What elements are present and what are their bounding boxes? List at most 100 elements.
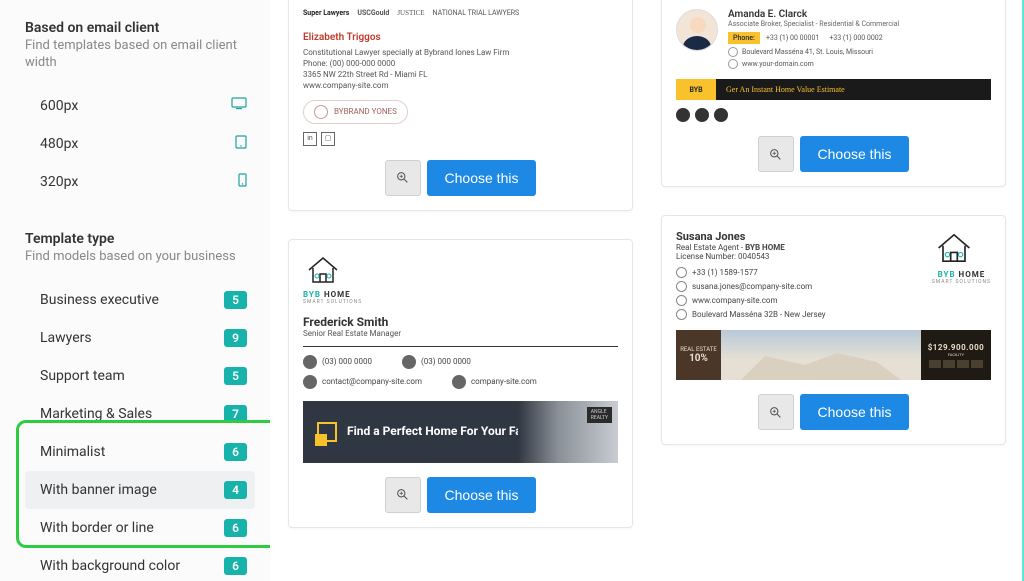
type-count-badge: 6 bbox=[224, 557, 247, 575]
template-card: Amanda E. Clarck Associate Broker, Speci… bbox=[661, 0, 1006, 187]
type-label: Marketing & Sales bbox=[40, 406, 152, 422]
linkedin-icon: in bbox=[303, 132, 317, 146]
type-label: With banner image bbox=[40, 482, 157, 498]
type-label: Support team bbox=[40, 368, 125, 384]
site-line: www.company-site.com bbox=[676, 295, 826, 306]
choose-button[interactable]: Choose this bbox=[800, 136, 910, 172]
banner-text: Find a Perfect Home For Your Family bbox=[347, 424, 544, 440]
house-icon bbox=[303, 254, 343, 286]
zoom-button[interactable] bbox=[385, 477, 421, 513]
width-option-480[interactable]: 480px bbox=[25, 125, 255, 163]
type-count-badge: 6 bbox=[224, 443, 247, 461]
type-business-executive[interactable]: Business executive5 bbox=[25, 281, 255, 319]
video-icon: ▢ bbox=[321, 132, 335, 146]
phone-line: +33 (1) 1589-1577 bbox=[676, 267, 826, 278]
signature-role: Constitutional Lawyer specially at Bybra… bbox=[303, 47, 618, 58]
type-count-badge: 5 bbox=[224, 367, 247, 385]
template-card: Super Lawyers USCGould JUSTICE NATIONAL … bbox=[288, 0, 633, 211]
globe-icon bbox=[728, 59, 738, 69]
choose-button[interactable]: Choose this bbox=[427, 477, 537, 513]
phone-icon bbox=[676, 267, 687, 278]
banner-image: REAL ESTATE10% $129.900.000 FACILITY bbox=[676, 330, 991, 380]
partner-logo: JUSTICE bbox=[397, 9, 424, 19]
signature-preview-agent: Susana Jones Real Estate Agent - BYB HOM… bbox=[676, 230, 991, 380]
sidebar: Based on email client Find templates bas… bbox=[0, 0, 270, 581]
pin-icon bbox=[728, 47, 738, 57]
signature-address: 3365 NW 22th Street Rd - Miami FL bbox=[303, 69, 618, 80]
social-icons: in ▢ bbox=[303, 132, 618, 146]
type-count-badge: 5 bbox=[224, 291, 247, 309]
type-label: Lawyers bbox=[40, 330, 92, 346]
choose-button[interactable]: Choose this bbox=[800, 394, 910, 430]
width-option-600[interactable]: 600px bbox=[25, 87, 255, 125]
site-line: www.your-domain.com bbox=[728, 59, 991, 69]
email-client-subtitle: Find templates based on email client wid… bbox=[25, 38, 255, 72]
zoom-button[interactable] bbox=[758, 394, 794, 430]
type-with-background-color[interactable]: With background color6 bbox=[25, 547, 255, 581]
width-label: 600px bbox=[40, 98, 78, 114]
signature-name: Susana Jones bbox=[676, 230, 826, 243]
type-count-badge: 4 bbox=[224, 481, 247, 499]
type-label: Minimalist bbox=[40, 444, 105, 460]
brand-tagline: SMART SOLUTIONS bbox=[303, 299, 618, 305]
type-with-border-line[interactable]: With border or line6 bbox=[25, 509, 255, 547]
phone-item: (03) 000 0000 bbox=[402, 355, 471, 369]
signature-license: License Number: 0040543 bbox=[676, 252, 826, 261]
signature-name: Amanda E. Clarck bbox=[728, 9, 991, 20]
width-label: 480px bbox=[40, 136, 78, 152]
banner-image: BYB Ger An Instant Home Value Estimate bbox=[676, 79, 991, 100]
email-client-section: Based on email client Find templates bas… bbox=[25, 20, 255, 201]
email-line: susana.jones@company-site.com bbox=[676, 281, 826, 292]
template-type-section: Template type Find models based on your … bbox=[25, 231, 255, 581]
phone-value: +33 (1) 000 0002 bbox=[825, 32, 886, 44]
email-icon bbox=[676, 281, 687, 292]
choose-button[interactable]: Choose this bbox=[427, 160, 537, 196]
globe-icon bbox=[676, 295, 687, 306]
type-count-badge: 7 bbox=[224, 405, 247, 423]
signature-name: Frederick Smith bbox=[303, 315, 618, 329]
type-lawyers[interactable]: Lawyers 9 bbox=[25, 319, 255, 357]
banner-price: $129.900.000 bbox=[928, 343, 985, 352]
signature-badge: BYBRAND YONES bbox=[303, 100, 408, 124]
banner-image: Find a Perfect Home For Your Family ANGL… bbox=[303, 401, 618, 463]
zoom-button[interactable] bbox=[385, 160, 421, 196]
width-label: 320px bbox=[40, 174, 78, 190]
partner-logo: USCGould bbox=[357, 9, 389, 19]
partner-logo: NATIONAL TRIAL LAWYERS bbox=[433, 9, 520, 19]
brand-name: BYB HOME bbox=[303, 290, 618, 299]
linkedin-icon bbox=[676, 108, 690, 122]
brand-logo: BYB HOME SMART SOLUTIONS bbox=[932, 230, 991, 295]
desktop-icon bbox=[231, 97, 247, 115]
signature-name: Elizabeth Triggos bbox=[303, 31, 618, 45]
signature-preview-real-estate: BYB HOME SMART SOLUTIONS Frederick Smith… bbox=[303, 254, 618, 463]
phone-icon bbox=[402, 355, 416, 369]
type-support-team[interactable]: Support team 5 bbox=[25, 357, 255, 395]
email-item: contact@company-site.com bbox=[303, 375, 422, 389]
template-type-subtitle: Find models based on your business bbox=[25, 249, 255, 266]
banner-text: Ger An Instant Home Value Estimate bbox=[716, 79, 991, 100]
pin-icon bbox=[676, 309, 687, 320]
mobile-icon bbox=[238, 173, 247, 191]
signature-title: Senior Real Estate Manager bbox=[303, 329, 618, 338]
type-marketing-sales[interactable]: Marketing & Sales 7 bbox=[25, 395, 255, 433]
type-minimalist[interactable]: Minimalist 6 bbox=[25, 433, 255, 471]
signature-role: Real Estate Agent - BYB HOME bbox=[676, 243, 826, 252]
link-icon bbox=[452, 375, 466, 389]
phone-icon bbox=[303, 355, 317, 369]
address-line: Boulevard Masséna 32B - New Jersey bbox=[676, 309, 826, 320]
banner-icon bbox=[317, 422, 337, 442]
templates-grid: Super Lawyers USCGould JUSTICE NATIONAL … bbox=[270, 0, 1024, 581]
social-icons bbox=[676, 108, 991, 122]
signature-site: www.company-site.com bbox=[303, 80, 618, 91]
divider bbox=[303, 346, 618, 347]
zoom-button[interactable] bbox=[758, 136, 794, 172]
partner-logo: Super Lawyers bbox=[303, 9, 349, 19]
template-card: Susana Jones Real Estate Agent - BYB HOM… bbox=[661, 215, 1006, 445]
phone-value: +33 (1) 00 00001 bbox=[762, 32, 823, 44]
type-count-badge: 6 bbox=[224, 519, 247, 537]
width-option-320[interactable]: 320px bbox=[25, 163, 255, 201]
type-count-badge: 9 bbox=[224, 329, 247, 347]
template-type-title: Template type bbox=[25, 231, 255, 247]
address-line: Boulevard Masséna 41, St. Louis, Missour… bbox=[728, 47, 991, 57]
type-with-banner-image[interactable]: With banner image 4 bbox=[25, 471, 255, 509]
